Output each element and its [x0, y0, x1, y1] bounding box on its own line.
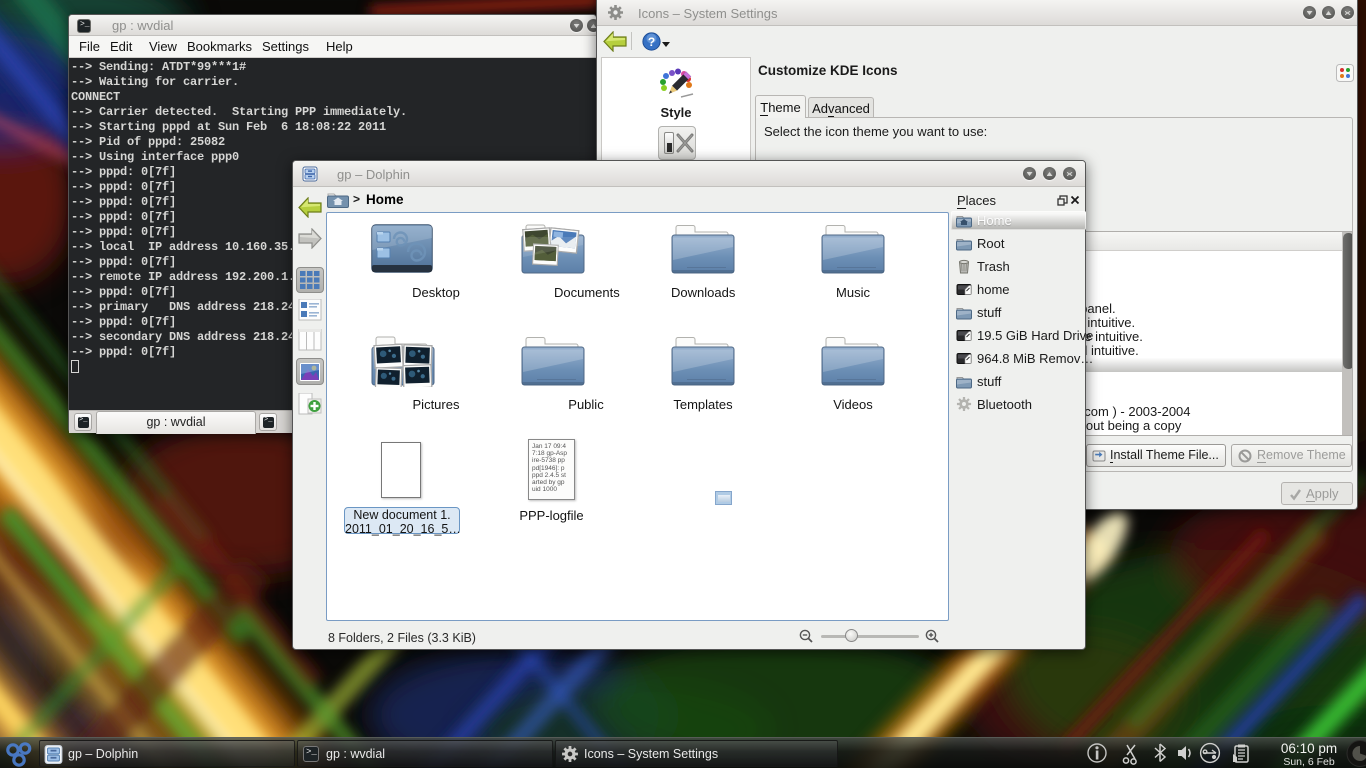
- svg-text:?: ?: [648, 35, 655, 49]
